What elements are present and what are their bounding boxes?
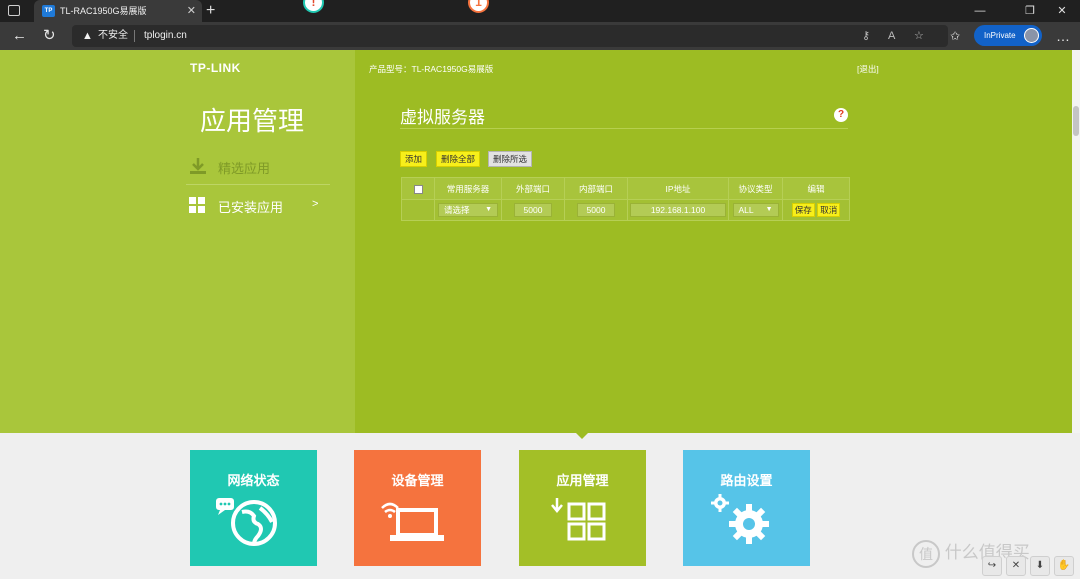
inprivate-label: InPrivate [984, 31, 1016, 40]
apps-icon [551, 498, 606, 541]
url-separator [134, 30, 135, 42]
address-bar: ← ↻ ▲ 不安全 tplogin.cn ⚷ A ☆ ✩ InPrivate … [0, 22, 1080, 50]
internal-port-input[interactable]: 5000 [577, 203, 615, 217]
cancel-button[interactable]: 取消 [817, 203, 841, 217]
watermark-logo-icon: 值 [912, 539, 940, 568]
ip-address-input[interactable]: 192.168.1.100 [630, 203, 726, 217]
avatar [1024, 28, 1039, 43]
chevron-right-icon: > [312, 198, 319, 210]
tile-device-management[interactable]: 设备管理 [354, 450, 481, 566]
logout-link[interactable]: [退出] [857, 63, 879, 75]
minimize-icon[interactable]: — [960, 0, 1000, 22]
sidebar-item-label: 精选应用 [218, 161, 271, 176]
inprivate-button[interactable]: InPrivate [974, 25, 1042, 46]
column-header: 常用服务器 [434, 177, 502, 200]
sidebar-item-label: 已安装应用 [218, 200, 284, 215]
delete-selected-button[interactable]: 删除所选 [488, 151, 533, 167]
protocol-cell: ALL ▼ [728, 199, 783, 221]
internal-port-cell: 5000 [564, 199, 628, 221]
delete-all-button[interactable]: 删除全部 [436, 151, 481, 167]
column-header: 编辑 [782, 177, 850, 200]
read-aloud-icon[interactable]: A [888, 25, 895, 47]
ip-cell: 192.168.1.100 [627, 199, 729, 221]
gears-icon [711, 494, 769, 544]
new-tab-icon[interactable]: + [206, 0, 215, 22]
refresh-icon[interactable]: ↻ [43, 22, 56, 50]
tab-actions-icon[interactable] [8, 5, 20, 16]
key-icon[interactable]: ⚷ [862, 25, 870, 47]
select-all-checkbox[interactable] [413, 184, 423, 194]
active-tab-pointer [575, 432, 589, 439]
column-header: 协议类型 [728, 177, 783, 200]
back-icon[interactable]: ← [12, 22, 27, 50]
column-header: 外部端口 [501, 177, 565, 200]
insecure-label[interactable]: 不安全 [98, 25, 128, 47]
caret-down-icon: ▼ [765, 206, 773, 213]
url-text[interactable]: tplogin.cn [144, 25, 187, 47]
sidebar-title: 应用管理 [200, 106, 305, 136]
external-port-cell: 5000 [501, 199, 565, 221]
tile-app-management[interactable]: 应用管理 [519, 450, 646, 566]
select-all-cell [401, 177, 435, 200]
caret-down-icon: ▼ [485, 206, 492, 213]
url-field[interactable]: ▲ 不安全 tplogin.cn ⚷ A ☆ [72, 25, 948, 47]
tile-network-status[interactable]: 网络状态 [190, 450, 317, 566]
tab-title: TL-RAC1950G易展版 [60, 6, 147, 16]
favorites-icon[interactable]: ✩ [950, 22, 960, 50]
empty-cell [401, 199, 435, 221]
edit-cell: 保存 取消 [782, 199, 850, 221]
download-small-icon[interactable]: ⬇ [1030, 556, 1050, 576]
hand-icon[interactable]: ✋ [1054, 556, 1074, 576]
share-icon[interactable]: ↪ [982, 556, 1002, 576]
scrollbar-thumb[interactable] [1073, 106, 1079, 136]
window-close-icon[interactable]: ✕ [1042, 0, 1080, 22]
virtual-server-table: 常用服务器 外部端口 内部端口 IP地址 协议类型 编辑 请选择 ▼ 5000 5… [401, 177, 850, 221]
column-header: IP地址 [627, 177, 729, 200]
more-menu-icon[interactable]: … [1056, 22, 1070, 50]
laptop-icon [381, 502, 444, 541]
favorite-add-icon[interactable]: ☆ [914, 25, 924, 47]
table-row: 请选择 ▼ 5000 5000 192.168.1.100 ALL ▼ 保存 取消 [401, 199, 850, 221]
download-icon [189, 157, 207, 180]
floating-toolbar: ↪ ✕ ⬇ ✋ [980, 556, 1080, 576]
help-icon[interactable]: ? [834, 108, 848, 122]
warning-icon: ▲ [82, 30, 93, 42]
external-port-input[interactable]: 5000 [514, 203, 552, 217]
globe-icon [216, 498, 277, 546]
browser-tab-bar: TP TL-RAC1950G易展版 ✕ + — ❐ ✕ [0, 0, 1080, 22]
tile-label: 网络状态 [227, 473, 280, 488]
tplink-favicon-icon: TP [42, 5, 55, 17]
tile-router-settings[interactable]: 路由设置 [683, 450, 810, 566]
protocol-select-value: ALL [738, 205, 754, 215]
column-header: 内部端口 [564, 177, 628, 200]
table-header-row: 常用服务器 外部端口 内部端口 IP地址 协议类型 编辑 [401, 177, 850, 200]
product-model: 产品型号：TL-RAC1950G易展版 [369, 64, 494, 74]
save-button[interactable]: 保存 [791, 203, 815, 217]
tile-label: 路由设置 [720, 473, 773, 488]
tile-label: 设备管理 [391, 473, 444, 488]
server-select-value: 请选择 [444, 205, 470, 215]
sidebar-item-featured-apps[interactable]: 精选应用 [186, 149, 330, 185]
server-cell: 请选择 ▼ [434, 199, 502, 221]
grid-icon [189, 197, 205, 213]
add-button[interactable]: 添加 [400, 151, 428, 167]
tplink-logo: TP-LINK [190, 61, 241, 75]
title-divider [400, 128, 848, 129]
server-select[interactable]: 请选择 ▼ [438, 203, 498, 217]
scrollbar[interactable] [1072, 50, 1080, 433]
tile-label: 应用管理 [556, 473, 609, 488]
browser-tab[interactable]: TP TL-RAC1950G易展版 ✕ [34, 0, 202, 22]
close-icon[interactable]: ✕ [1006, 556, 1026, 576]
sidebar-item-installed-apps[interactable]: 已安装应用 > [186, 188, 330, 224]
tab-close-icon[interactable]: ✕ [187, 0, 196, 22]
protocol-select[interactable]: ALL ▼ [732, 203, 779, 217]
page-title: 虚拟服务器 [400, 108, 485, 127]
